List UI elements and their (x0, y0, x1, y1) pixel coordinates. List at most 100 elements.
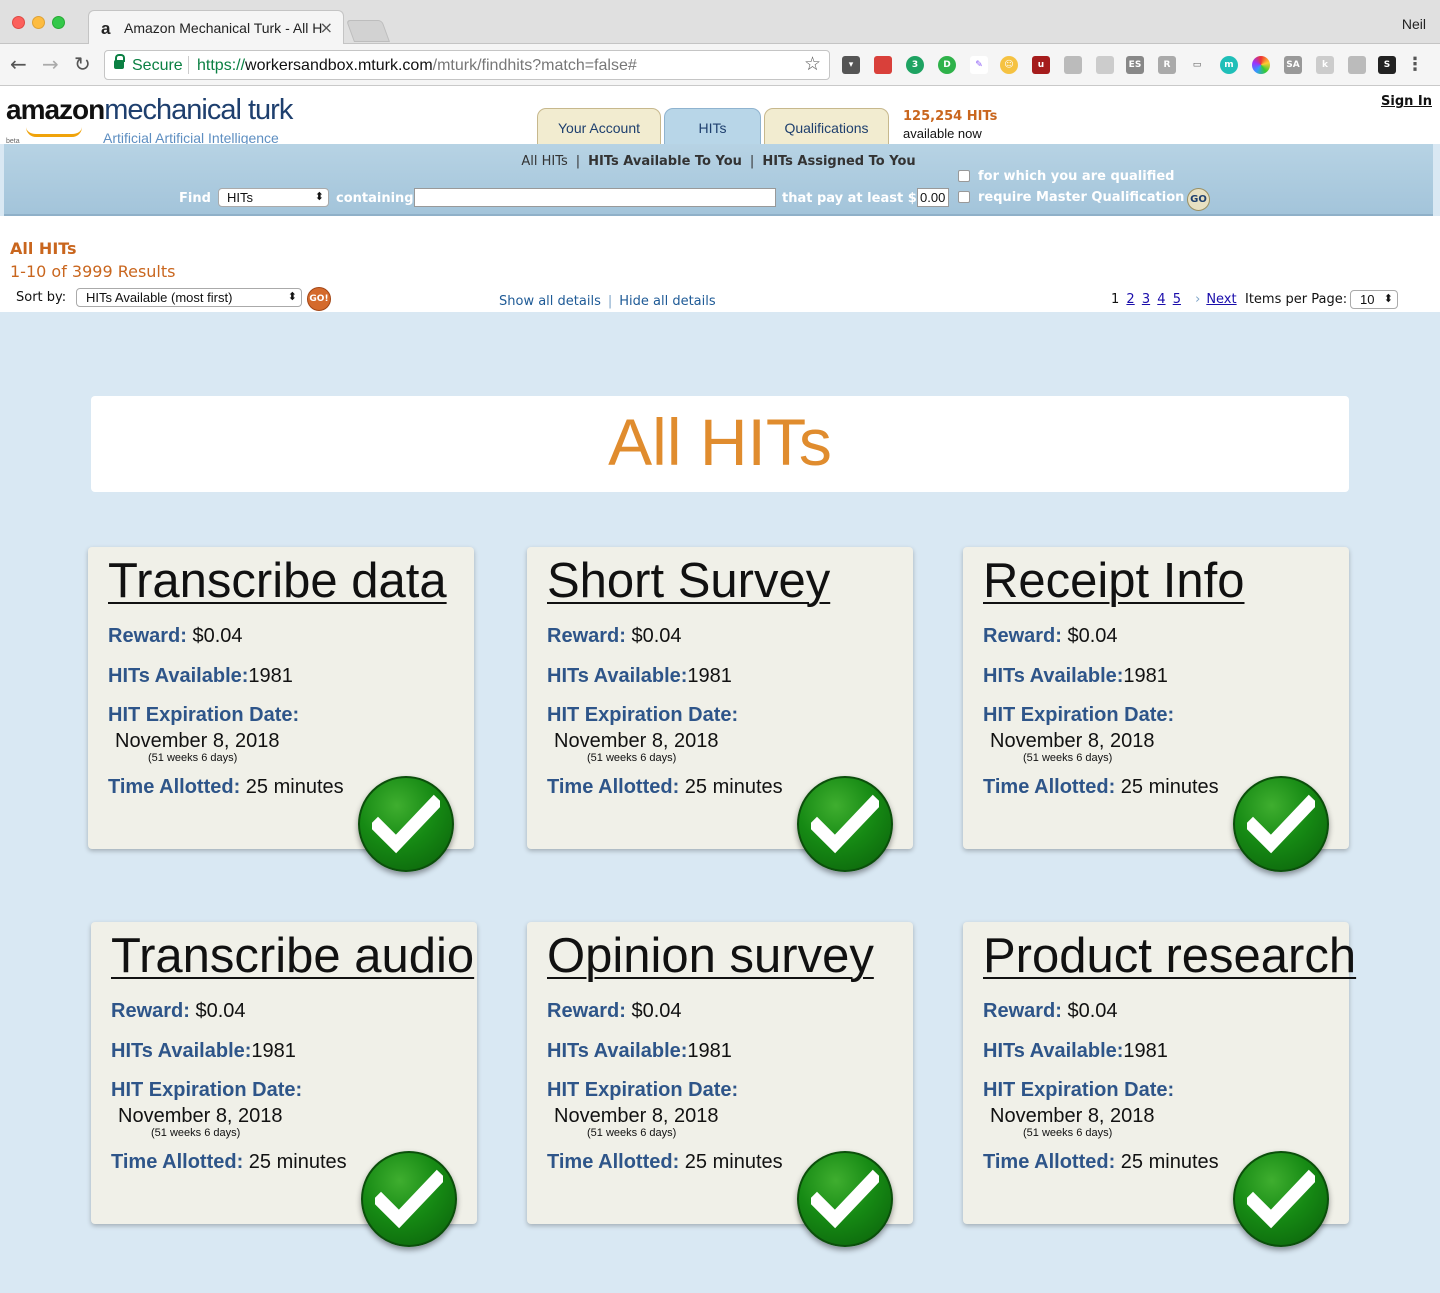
pen-extension-icon[interactable]: ✎ (970, 56, 988, 74)
search-input[interactable] (414, 188, 776, 207)
qualified-checkbox[interactable] (958, 170, 970, 182)
tab-title: Amazon Mechanical Turk - All HITs (124, 20, 322, 36)
expiration-label: HIT Expiration Date: (547, 704, 739, 726)
k-extension-icon[interactable]: k (1316, 56, 1334, 74)
bars-extension-icon[interactable] (1348, 56, 1366, 74)
browser-tab[interactable]: a Amazon Mechanical Turk - All HITs × (88, 10, 344, 45)
items-per-page-select[interactable]: 10 (1350, 290, 1398, 309)
hit-title[interactable]: Product research (983, 928, 1356, 984)
expiration-row: HIT Expiration Date: (983, 704, 1174, 727)
ublock-extension-icon[interactable]: u (1032, 56, 1050, 74)
emoji-extension-icon[interactable]: ☺ (1000, 56, 1018, 74)
secure-label: Secure (132, 57, 183, 74)
cast-icon[interactable]: ▭ (1188, 56, 1206, 74)
tab-close-icon[interactable]: × (320, 18, 333, 37)
mturk-logo[interactable]: amazonmechanical turk Artificial Artific… (6, 94, 293, 146)
hit-card[interactable]: Transcribe audio Reward: $0.04 HITs Avai… (91, 922, 477, 1247)
expiration-note: (51 weeks 6 days) (151, 1127, 241, 1139)
accept-hit-button[interactable] (1233, 776, 1329, 872)
url-text[interactable]: https://workersandbox.mturk.com/mturk/fi… (197, 57, 637, 75)
page-link[interactable]: 5 (1173, 292, 1181, 307)
css-extension-icon[interactable] (1096, 56, 1114, 74)
expiration-note: (51 weeks 6 days) (587, 1127, 677, 1139)
master-checkbox[interactable] (958, 191, 970, 203)
window-minimize-button[interactable] (32, 16, 45, 29)
forward-arrow-icon[interactable]: → (42, 52, 59, 76)
hit-card[interactable]: Short Survey Reward: $0.04 HITs Availabl… (527, 547, 913, 872)
show-all-details-link[interactable]: Show all details (499, 294, 601, 309)
reward-value: $0.04 (192, 625, 243, 647)
sort-select[interactable]: HITs Available (most first) (76, 288, 302, 307)
subnav-all-hits[interactable]: All HITs (521, 154, 567, 169)
sio-extension-icon[interactable]: S (1378, 56, 1396, 74)
profile-name[interactable]: Neil (1402, 16, 1426, 32)
subnav-available-to-you[interactable]: HITs Available To You (588, 154, 742, 169)
es-extension-icon[interactable]: ES (1126, 56, 1144, 74)
grammar-extension-icon[interactable]: 3 (906, 56, 924, 74)
page-link[interactable]: 3 (1142, 292, 1150, 307)
window-close-button[interactable] (12, 16, 25, 29)
time-row: Time Allotted: 25 minutes (108, 776, 344, 799)
d-extension-icon[interactable]: D (938, 56, 956, 74)
color-extension-icon[interactable] (1252, 56, 1270, 74)
address-bar[interactable]: Secure https://workersandbox.mturk.com/m… (104, 50, 830, 80)
master-label: require Master Qualification (978, 190, 1185, 205)
available-value: 1981 (687, 665, 732, 687)
checkmark-icon (1247, 1169, 1315, 1229)
hit-card[interactable]: Receipt Info Reward: $0.04 HITs Availabl… (963, 547, 1349, 872)
bookmark-star-icon[interactable]: ☆ (804, 53, 821, 75)
accept-hit-button[interactable] (358, 776, 454, 872)
time-label: Time Allotted: (983, 776, 1116, 798)
back-arrow-icon[interactable]: ← (10, 52, 27, 76)
window-maximize-button[interactable] (52, 16, 65, 29)
page-link[interactable]: 4 (1157, 292, 1165, 307)
hit-card[interactable]: Product research Reward: $0.04 HITs Avai… (963, 922, 1356, 1247)
reload-icon[interactable]: ↻ (74, 52, 91, 76)
reward-row: Reward: $0.04 (108, 625, 243, 648)
available-value: 1981 (1123, 665, 1168, 687)
min-pay-input[interactable]: 0.00 (917, 188, 949, 207)
subnav-assigned-to-you[interactable]: HITs Assigned To You (762, 154, 915, 169)
accept-hit-button[interactable] (1233, 1151, 1329, 1247)
accept-hit-button[interactable] (361, 1151, 457, 1247)
tab-qualifications[interactable]: Qualifications (764, 108, 889, 144)
tab-your-account[interactable]: Your Account (537, 108, 661, 144)
next-page-link[interactable]: Next (1206, 292, 1236, 307)
search-go-button[interactable]: GO (1187, 188, 1210, 211)
hit-title[interactable]: Transcribe data (108, 553, 447, 609)
time-row: Time Allotted: 25 minutes (983, 1151, 1219, 1174)
page-link[interactable]: 2 (1126, 292, 1134, 307)
results-header: All HITs 1-10 of 3999 Results Sort by: H… (0, 216, 1440, 312)
hit-title[interactable]: Opinion survey (547, 928, 874, 984)
r-extension-icon[interactable]: R (1158, 56, 1176, 74)
accept-hit-button[interactable] (797, 1151, 893, 1247)
expiration-row: HIT Expiration Date: (111, 1079, 302, 1102)
hit-title[interactable]: Short Survey (547, 553, 830, 609)
expiration-label: HIT Expiration Date: (983, 704, 1175, 726)
sa-extension-icon[interactable]: SA (1284, 56, 1302, 74)
bookmark-extension-icon[interactable] (874, 56, 892, 74)
sign-in-link[interactable]: Sign In (1381, 94, 1432, 109)
reward-value: $0.04 (1067, 1000, 1118, 1022)
hit-card[interactable]: Opinion survey Reward: $0.04 HITs Availa… (527, 922, 913, 1247)
hit-title[interactable]: Transcribe audio (111, 928, 474, 984)
new-tab-button[interactable] (345, 20, 391, 42)
hide-all-details-link[interactable]: Hide all details (619, 294, 715, 309)
expiration-row: HIT Expiration Date: (547, 704, 738, 727)
m-extension-icon[interactable]: m (1220, 56, 1238, 74)
hit-title[interactable]: Receipt Info (983, 553, 1245, 609)
tab-hits[interactable]: HITs (664, 108, 761, 144)
reward-value: $0.04 (631, 625, 682, 647)
pay-label: that pay at least $ (782, 191, 917, 206)
find-type-select[interactable]: HITs (218, 188, 329, 207)
accept-hit-button[interactable] (797, 776, 893, 872)
chart-extension-icon[interactable] (1064, 56, 1082, 74)
expiration-row: HIT Expiration Date: (983, 1079, 1174, 1102)
browser-menu-icon[interactable]: ⋮ (1406, 54, 1424, 75)
hit-card[interactable]: Transcribe data Reward: $0.04 HITs Avail… (88, 547, 474, 872)
sort-go-button[interactable]: GO! (307, 287, 331, 311)
available-value: 1981 (687, 1040, 732, 1062)
available-label: HITs Available: (111, 1040, 252, 1062)
pocket-extension-icon[interactable]: ▾ (842, 56, 860, 74)
url-path: /mturk/findhits?match=false# (432, 57, 637, 74)
